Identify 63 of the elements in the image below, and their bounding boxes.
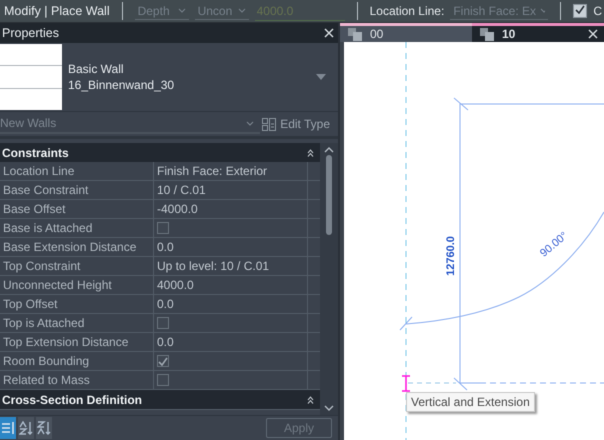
property-value[interactable]: Finish Face: Exterior — [154, 162, 308, 180]
view-tab[interactable]: 00 — [340, 26, 472, 42]
wall-preview-icon — [0, 44, 62, 110]
property-name: Unconnected Height — [0, 276, 154, 294]
panel-title: Properties — [2, 26, 59, 40]
caret-icon — [246, 120, 254, 126]
property-value[interactable]: -4000.0 — [154, 200, 308, 218]
property-name: Top is Attached — [0, 314, 154, 332]
dimension-label: 12760.0 — [445, 236, 457, 276]
property-value[interactable]: 10 / C.01 — [154, 181, 308, 199]
property-name: Room Bounding — [0, 352, 154, 370]
location-line-label: Location Line: — [370, 4, 444, 18]
context-title: Modify | Place Wall — [4, 4, 110, 18]
grouped-list-icon[interactable] — [0, 417, 16, 439]
group-title: Cross-Section Definition — [2, 392, 142, 406]
collapse-icon — [307, 148, 314, 156]
property-name: Base is Attached — [0, 219, 154, 237]
view-tab[interactable]: 10 — [472, 23, 604, 42]
property-name: Base Extension Distance — [0, 238, 154, 256]
type-family: Basic Wall — [68, 61, 125, 77]
property-name: Top Constraint — [0, 257, 154, 275]
sort-ascending-icon[interactable] — [18, 417, 34, 439]
property-name: Base Constraint — [0, 181, 154, 199]
property-value[interactable]: Up to level: 10 / C.01 — [154, 257, 308, 275]
edit-type-button[interactable]: Edit Type — [260, 117, 332, 131]
checkbox[interactable] — [157, 222, 169, 234]
scroll-down-icon[interactable] — [324, 405, 334, 411]
checkbox-label: C — [593, 4, 602, 18]
property-value[interactable]: 0.0 — [154, 295, 308, 313]
property-name: Related to Mass — [0, 371, 154, 389]
checkbox[interactable] — [157, 317, 169, 329]
property-name: Base Offset — [0, 200, 154, 218]
property-name: Top Offset — [0, 295, 154, 313]
caret-icon — [178, 8, 186, 13]
property-value[interactable] — [154, 352, 308, 370]
property-value[interactable]: 0.0 — [154, 238, 308, 256]
checkbox[interactable] — [157, 355, 169, 367]
type-name: 16_Binnenwand_30 — [68, 77, 176, 93]
property-value[interactable]: 0.0 — [154, 333, 308, 351]
close-icon[interactable] — [588, 29, 598, 39]
view-icon — [348, 28, 362, 40]
caret-icon — [238, 8, 246, 13]
close-icon[interactable] — [324, 28, 334, 38]
checkbox[interactable] — [157, 374, 169, 386]
type-selector[interactable]: Basic Wall 16_Binnenwand_30 — [0, 43, 338, 112]
tooltip: Vertical and Extension — [406, 392, 535, 412]
view-icon — [480, 28, 494, 40]
sort-descending-icon[interactable] — [36, 417, 52, 439]
group-header[interactable]: Cross-Section Definition — [0, 390, 320, 409]
collapse-icon — [307, 396, 314, 404]
checkbox[interactable] — [573, 4, 588, 18]
property-value[interactable]: 4000.0 — [154, 276, 308, 294]
vertical-constraint-icon — [402, 375, 410, 392]
caret-icon — [540, 8, 546, 13]
scroll-up-icon[interactable] — [324, 147, 334, 153]
edit-type-icon — [262, 118, 276, 130]
extension-line — [408, 382, 456, 384]
property-name: Top Extension Distance — [0, 333, 154, 351]
group-title: Constraints — [2, 146, 69, 160]
group-header[interactable]: Constraints — [0, 143, 320, 162]
caret-icon — [316, 74, 326, 80]
scrollbar[interactable] — [320, 143, 338, 415]
property-name: Location Line — [0, 162, 154, 180]
